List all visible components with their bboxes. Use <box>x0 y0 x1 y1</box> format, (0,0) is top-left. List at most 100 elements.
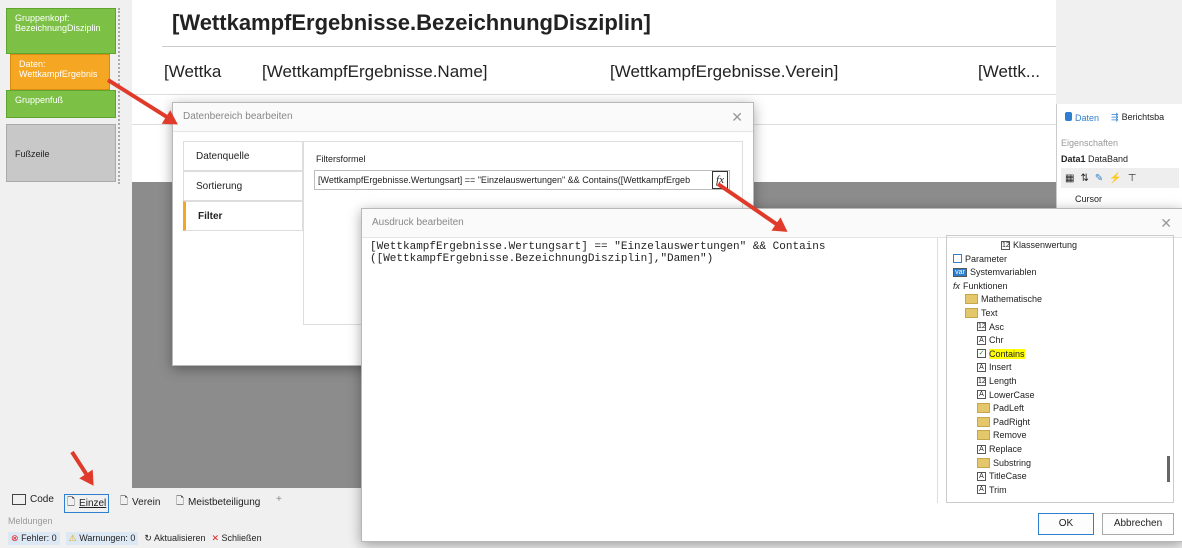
tree-item-label: PadLeft <box>993 403 1025 414</box>
tree-item-label: TitleCase <box>989 471 1027 482</box>
divider <box>132 94 1056 95</box>
error-badge[interactable]: ⊗ Fehler: 0 <box>8 532 60 545</box>
folder-icon <box>977 403 990 414</box>
expression-dialog: Ausdruck bearbeiten ✕ [WettkampfErgebnis… <box>361 208 1182 542</box>
tab-add[interactable]: + <box>276 494 282 505</box>
tree-item[interactable]: 12 Klassenwertung <box>1001 240 1077 250</box>
tree-item[interactable]: A Trim <box>977 485 1007 495</box>
warning-icon: ⚠ <box>68 533 77 543</box>
band-data-label: Daten: WettkampfErgebnis <box>19 59 98 79</box>
filter-input[interactable]: [WettkampfErgebnisse.Wertungsart] == "Ei… <box>314 170 730 190</box>
tree-item[interactable]: Text <box>965 308 998 318</box>
band-footer[interactable]: Fußzeile <box>6 124 116 182</box>
messages-bar: ⊗ Fehler: 0 ⚠ Warnungen: 0 ↻ Aktualisier… <box>8 532 262 545</box>
filter-icon[interactable]: ⊤ <box>1128 173 1137 184</box>
tree-item[interactable]: PadLeft <box>977 403 1025 414</box>
expression-editor[interactable]: [WettkampfErgebnisse.Wertungsart] == "Ei… <box>366 237 938 503</box>
nav-filter[interactable]: Filter <box>183 201 303 231</box>
parameter-icon <box>953 254 962 264</box>
function-tree[interactable]: 12 Klassenwertung Parameter var Systemvariab… <box>946 235 1174 503</box>
band-data[interactable]: Daten: WettkampfErgebnis <box>10 54 110 90</box>
band-group-footer[interactable]: Gruppenfuß <box>6 90 116 118</box>
tree-item-label: Remove <box>993 430 1027 441</box>
errors-label: Fehler: 0 <box>21 533 57 543</box>
dialog-title: Datenbereich bearbeiten <box>173 103 753 132</box>
header-field[interactable]: [WettkampfErgebnisse.BezeichnungDiszipli… <box>172 10 651 36</box>
close-icon: ✕ <box>211 533 220 543</box>
tab-report-label: Berichtsba <box>1121 112 1165 122</box>
property-cursor: Cursor <box>1075 194 1103 204</box>
warning-badge[interactable]: ⚠ Warnungen: 0 <box>65 532 139 545</box>
tree-item-label: Systemvariablen <box>970 267 1037 278</box>
lightning-icon[interactable]: ⚡ <box>1109 173 1121 184</box>
tab-verein[interactable]: 🗋 Verein <box>120 494 160 511</box>
field-1[interactable]: [Wettka <box>164 62 221 82</box>
nav-sort[interactable]: Sortierung <box>183 171 303 201</box>
tree-item-label: Parameter <box>965 253 1008 264</box>
tree-item[interactable]: 12 Length <box>977 376 1017 386</box>
band-group-footer-label: Gruppenfuß <box>15 95 64 105</box>
field-icon: A <box>977 390 986 400</box>
tree-item[interactable]: var Systemvariablen <box>953 267 1037 277</box>
sort-icon[interactable]: ⇅ <box>1080 173 1088 184</box>
close-icon[interactable]: ✕ <box>1160 215 1172 232</box>
refresh-icon: ↻ <box>144 533 152 543</box>
tree-item[interactable]: A TitleCase <box>977 471 1027 481</box>
tab-data[interactable]: Daten <box>1065 112 1099 123</box>
tab-report[interactable]: ⇶ Berichtsba <box>1111 112 1164 123</box>
tree-item[interactable]: Parameter <box>953 254 1007 264</box>
field-icon: 12 <box>977 322 986 332</box>
tree-item[interactable]: 12 Asc <box>977 322 1004 332</box>
field-icon: 12 <box>977 376 986 386</box>
tree-item[interactable]: fx Funktionen <box>953 281 1008 291</box>
tree-item[interactable]: A Insert <box>977 362 1012 372</box>
tree-item[interactable]: Remove <box>977 430 1027 441</box>
field-name[interactable]: [WettkampfErgebnisse.Name] <box>262 62 488 82</box>
tab-meistbeteiligung-label: Meistbeteiligung <box>188 497 261 508</box>
close-icon[interactable]: ✕ <box>731 109 743 126</box>
tree-item[interactable]: A Chr <box>977 335 1004 345</box>
field-verein[interactable]: [WettkampfErgebnisse.Verein] <box>610 62 838 82</box>
tree-icon: ⇶ <box>1111 112 1119 122</box>
field-icon: A <box>977 485 986 495</box>
tree-item-label: Klassenwertung <box>1013 240 1078 250</box>
close-button[interactable]: ✕ Schließen <box>211 533 261 544</box>
tree-item-label: Chr <box>989 335 1004 346</box>
tab-data-label: Daten <box>1075 113 1100 123</box>
tree-item-label: Replace <box>989 444 1023 454</box>
tree-item[interactable]: Substring <box>977 457 1031 468</box>
messages-title: Meldungen <box>8 516 53 526</box>
field-4[interactable]: [Wettk... <box>978 62 1040 82</box>
tree-item-label: Length <box>989 376 1017 386</box>
field-icon: A <box>977 471 986 481</box>
field-icon: A <box>977 335 986 345</box>
variable-icon: var <box>953 267 967 277</box>
folder-icon <box>965 294 978 305</box>
tab-code[interactable]: Code <box>12 494 54 505</box>
refresh-label: Aktualisieren <box>153 533 206 543</box>
folder-icon <box>977 430 990 441</box>
database-icon <box>1065 112 1072 121</box>
function-icon: ✓ <box>977 349 986 359</box>
cancel-button[interactable]: Abbrechen <box>1102 513 1174 535</box>
wrench-icon[interactable]: ✎ <box>1095 173 1103 184</box>
code-icon <box>12 494 26 505</box>
ok-button[interactable]: OK <box>1038 513 1094 535</box>
page-icon: 🗋 <box>67 497 76 508</box>
scrollbar[interactable] <box>1167 456 1170 482</box>
grid-icon[interactable]: ▦ <box>1065 173 1074 184</box>
tab-meistbeteiligung[interactable]: 🗋 Meistbeteiligung <box>176 494 260 511</box>
tree-item-label: Text <box>981 308 998 318</box>
tree-item[interactable]: ✓ Contains <box>977 348 1025 359</box>
tree-item[interactable]: A LowerCase <box>977 390 1035 400</box>
tree-item-label: Insert <box>989 362 1012 373</box>
nav-datasource[interactable]: Datenquelle <box>183 141 303 171</box>
refresh-button[interactable]: ↻ Aktualisieren <box>144 533 205 544</box>
band-group-header[interactable]: Gruppenkopf: BezeichnungDisziplin <box>6 8 116 54</box>
tab-einzel[interactable]: 🗋 Einzel <box>64 494 110 513</box>
tree-item[interactable]: A Replace <box>977 444 1022 454</box>
tree-item[interactable]: Mathematische <box>965 294 1042 305</box>
tree-item-label: Funktionen <box>963 280 1008 291</box>
tab-verein-label: Verein <box>132 497 161 508</box>
tree-item[interactable]: PadRight <box>977 416 1030 427</box>
